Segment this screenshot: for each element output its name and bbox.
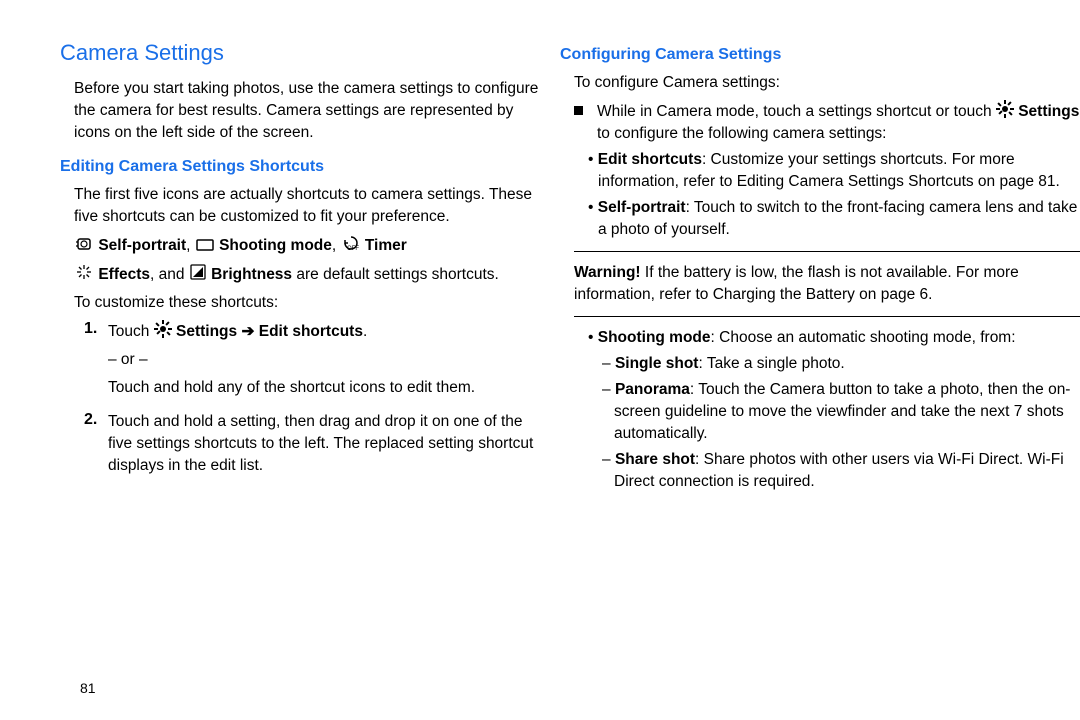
step-number-1: 1. <box>84 320 108 405</box>
default-shortcuts-line2: Effects, and 5 Brightness are default se… <box>60 263 540 286</box>
customize-intro: To customize these shortcuts: <box>60 292 540 314</box>
single-shot-text: : Take a single photo. <box>698 355 844 372</box>
self-portrait-icon <box>74 236 94 252</box>
shooting-mode-icon <box>195 238 215 252</box>
divider-bottom <box>574 316 1080 317</box>
bullet1-settings: Settings <box>1018 103 1079 120</box>
step-2-body: Touch and hold a setting, then drag and … <box>108 411 540 477</box>
step1-pre: Touch <box>108 323 154 340</box>
heading-configuring: Configuring Camera Settings <box>560 46 1080 64</box>
timer-label: Timer <box>365 237 407 254</box>
defaults-tail: are default settings shortcuts. <box>292 266 499 283</box>
effects-icon <box>74 263 94 281</box>
dash-panorama: – Panorama: Touch the Camera button to t… <box>560 379 1080 445</box>
step-1-line1: Touch Settings ➔ Edit shortcuts. <box>108 320 475 343</box>
step1-or: – or – <box>108 349 475 371</box>
self-portrait-sub-label: Self-portrait <box>598 199 686 216</box>
divider-top <box>574 251 1080 252</box>
configure-intro: To configure Camera settings: <box>560 72 1080 94</box>
left-column: Camera Settings Before you start taking … <box>60 40 560 700</box>
page-number: 81 <box>80 680 96 696</box>
sub-self-portrait: • Self-portrait: Touch to switch to the … <box>560 197 1080 241</box>
dash-share-shot: – Share shot: Share photos with other us… <box>560 449 1080 493</box>
svg-text:OFF: OFF <box>347 246 359 252</box>
sub-shooting-mode: • Shooting mode: Choose an automatic sho… <box>560 327 1080 349</box>
shortcuts-paragraph: The first five icons are actually shortc… <box>60 184 540 228</box>
single-shot-label: Single shot <box>615 355 699 372</box>
share-shot-label: Share shot <box>615 451 695 468</box>
step1-alt: Touch and hold any of the shortcut icons… <box>108 377 475 399</box>
settings-gear-icon <box>996 100 1014 118</box>
edit-shortcuts-ref: Editing Camera Settings Shortcuts <box>737 173 974 190</box>
bullet1-a: While in Camera mode, touch a settings s… <box>597 103 996 120</box>
shooting-mode-label: Shooting mode <box>219 237 332 254</box>
intro-paragraph: Before you start taking photos, use the … <box>60 78 540 144</box>
warning-tail: on page 6. <box>855 286 933 303</box>
shooting-mode-sub-label: Shooting mode <box>598 329 711 346</box>
warning-label: Warning! <box>574 264 641 281</box>
right-column: Configuring Camera Settings To configure… <box>560 40 1080 700</box>
settings-gear-icon <box>154 320 172 338</box>
step1-edit: Edit shortcuts <box>259 323 363 340</box>
main-bullet-text: While in Camera mode, touch a settings s… <box>597 100 1080 145</box>
main-bullet: While in Camera mode, touch a settings s… <box>560 100 1080 145</box>
warning-block: Warning! If the battery is low, the flas… <box>560 262 1080 306</box>
effects-label: Effects <box>98 266 150 283</box>
step1-period: . <box>363 323 367 340</box>
step1-arrow: ➔ <box>237 323 259 340</box>
default-shortcuts-line: Self-portrait, Shooting mode, OFF Timer <box>60 234 540 257</box>
sub-edit-shortcuts: • Edit shortcuts: Customize your setting… <box>560 149 1080 193</box>
step-number-2: 2. <box>84 411 108 483</box>
dash-single-shot: – Single shot: Take a single photo. <box>560 353 1080 375</box>
bullet1-b: to configure the following camera settin… <box>597 125 887 142</box>
self-portrait-label: Self-portrait <box>98 237 186 254</box>
heading-editing-shortcuts: Editing Camera Settings Shortcuts <box>60 158 540 176</box>
edit-shortcuts-tail: on page 81. <box>974 173 1060 190</box>
step-1: 1. Touch Settings ➔ Edit shortcuts. – or… <box>84 320 540 405</box>
numbered-steps: 1. Touch Settings ➔ Edit shortcuts. – or… <box>60 320 540 483</box>
step1-settings: Settings <box>176 323 237 340</box>
step-2: 2. Touch and hold a setting, then drag a… <box>84 411 540 483</box>
heading-camera-settings: Camera Settings <box>60 40 540 66</box>
brightness-label: Brightness <box>211 266 292 283</box>
timer-icon: OFF <box>341 234 361 252</box>
step-1-body: Touch Settings ➔ Edit shortcuts. – or – … <box>108 320 475 405</box>
square-bullet-icon <box>574 106 583 115</box>
document-page: Camera Settings Before you start taking … <box>0 0 1080 720</box>
shooting-mode-sub-text: : Choose an automatic shooting mode, fro… <box>711 329 1016 346</box>
panorama-label: Panorama <box>615 381 690 398</box>
brightness-icon: 5 <box>189 263 207 281</box>
edit-shortcuts-label: Edit shortcuts <box>598 151 702 168</box>
warning-ref: Charging the Battery <box>713 286 855 303</box>
